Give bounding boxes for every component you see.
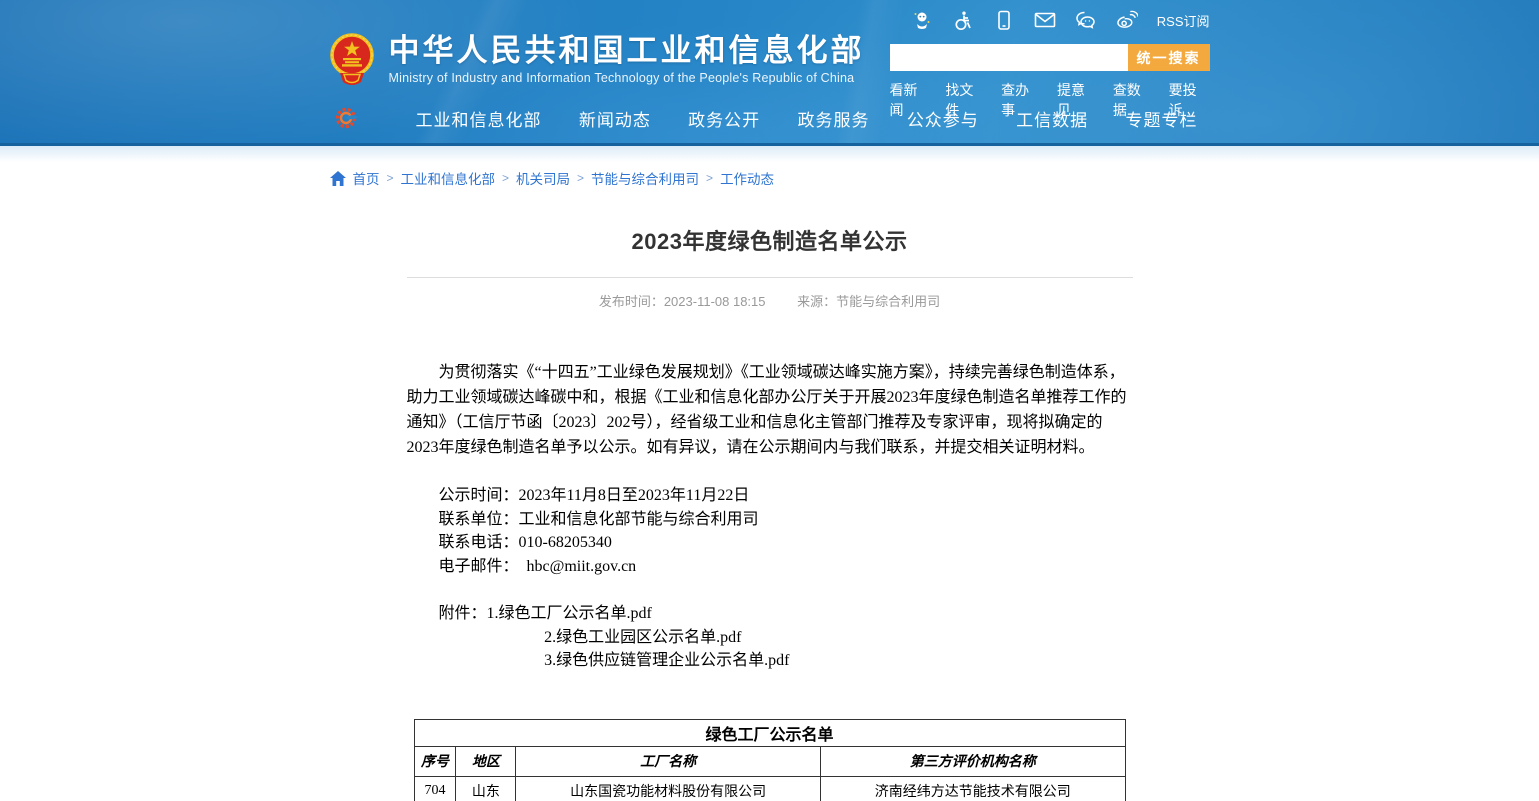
table-row: 704 山东 山东国瓷功能材料股份有限公司 济南经纬方达节能技术有限公司 — [414, 776, 1125, 801]
rss-subscribe-link[interactable]: RSS订阅 — [1157, 11, 1210, 30]
cell-index: 704 — [414, 776, 456, 801]
attachments-label: 附件： — [439, 605, 487, 622]
cell-evaluator: 济南经纬方达节能技术有限公司 — [820, 776, 1125, 801]
contact-unit: 联系单位：工业和信息化部节能与综合利用司 — [407, 508, 1133, 532]
accessibility-icon[interactable] — [952, 9, 974, 31]
nav-item-participation[interactable]: 公众参与 — [907, 106, 979, 131]
nav-item-data[interactable]: 工信数据 — [1016, 106, 1088, 131]
breadcrumb-departments[interactable]: 机关司局 — [516, 168, 570, 188]
contact-email: 电子邮件： hbc@miit.gov.cn — [407, 555, 1133, 579]
col-header-index: 序号 — [414, 746, 456, 776]
green-factory-table: 绿色工厂公示名单 序号 地区 工厂名称 第三方评价机构名称 704 山东 山东国… — [414, 719, 1126, 801]
nav-item-gov-services[interactable]: 政务服务 — [797, 106, 869, 131]
main-nav: 工业和信息化部 新闻动态 政务公开 政务服务 公众参与 工信数据 专题专栏 — [330, 105, 1210, 131]
nav-item-miit[interactable]: 工业和信息化部 — [416, 106, 542, 131]
home-icon[interactable] — [330, 171, 346, 186]
miit-gear-logo-icon — [334, 105, 360, 131]
cell-region: 山东 — [456, 776, 516, 801]
breadcrumb-miit[interactable]: 工业和信息化部 — [401, 168, 496, 188]
attachment-link-3[interactable]: 3.绿色供应链管理企业公示名单.pdf — [544, 652, 789, 669]
national-emblem-logo — [330, 31, 374, 87]
wechat-icon[interactable] — [1075, 9, 1097, 31]
page-title: 2023年度绿色制造名单公示 — [407, 224, 1133, 256]
ministry-name-en: Ministry of Industry and Information Tec… — [389, 71, 865, 85]
unified-search-button[interactable]: 统一搜索 — [1128, 44, 1210, 71]
mobile-icon[interactable] — [993, 9, 1015, 31]
attachments-block: 附件：1.绿色工厂公示名单.pdf 2.绿色工业园区公示名单.pdf 3.绿色供… — [407, 602, 1133, 673]
breadcrumb-energy-dept[interactable]: 节能与综合利用司 — [591, 168, 699, 188]
mail-icon[interactable] — [1034, 9, 1056, 31]
search-input[interactable] — [890, 44, 1128, 71]
ministry-brand: 中华人民共和国工业和信息化部 Ministry of Industry and … — [330, 31, 865, 87]
site-header: RSS订阅 中华人民共和国工业和信息化部 Ministry of Industr… — [0, 0, 1539, 146]
col-header-factory: 工厂名称 — [516, 746, 821, 776]
publish-time: 发布时间：2023-11-08 18:15 — [599, 294, 766, 309]
cell-factory: 山东国瓷功能材料股份有限公司 — [516, 776, 821, 801]
article-paragraph: 为贯彻落实《“十四五”工业绿色发展规划》《工业领域碳达峰实施方案》，持续完善绿色… — [407, 360, 1133, 460]
nav-item-gov-openness[interactable]: 政务公开 — [688, 106, 760, 131]
ministry-name-cn: 中华人民共和国工业和信息化部 — [389, 34, 865, 68]
nav-item-news[interactable]: 新闻动态 — [579, 106, 651, 131]
attachment-link-2[interactable]: 2.绿色工业园区公示名单.pdf — [544, 629, 741, 646]
breadcrumb-work-news[interactable]: 工作动态 — [720, 168, 774, 188]
title-divider — [407, 277, 1133, 278]
breadcrumb-home[interactable]: 首页 — [353, 168, 380, 188]
weibo-icon[interactable] — [1116, 9, 1138, 31]
article: 2023年度绿色制造名单公示 发布时间：2023-11-08 18:15 来源：… — [407, 224, 1133, 673]
attachment-link-1[interactable]: 1.绿色工厂公示名单.pdf — [487, 605, 652, 622]
utility-bar: RSS订阅 — [911, 9, 1210, 31]
contact-info-block: 公示时间：2023年11月8日至2023年11月22日 联系单位：工业和信息化部… — [407, 484, 1133, 578]
col-header-evaluator: 第三方评价机构名称 — [820, 746, 1125, 776]
mascot-icon[interactable] — [911, 9, 933, 31]
table-title: 绿色工厂公示名单 — [414, 719, 1125, 746]
article-source: 来源：节能与综合利用司 — [797, 294, 940, 309]
publicity-period: 公示时间：2023年11月8日至2023年11月22日 — [407, 484, 1133, 508]
col-header-region: 地区 — [456, 746, 516, 776]
contact-phone: 联系电话：010-68205340 — [407, 531, 1133, 555]
nav-item-special-topics[interactable]: 专题专栏 — [1125, 106, 1197, 131]
breadcrumb: 首页 > 工业和信息化部 > 机关司局 > 节能与综合利用司 > 工作动态 — [330, 168, 1210, 188]
header-fade-strip — [0, 146, 1539, 162]
article-meta: 发布时间：2023-11-08 18:15 来源：节能与综合利用司 — [407, 291, 1133, 310]
